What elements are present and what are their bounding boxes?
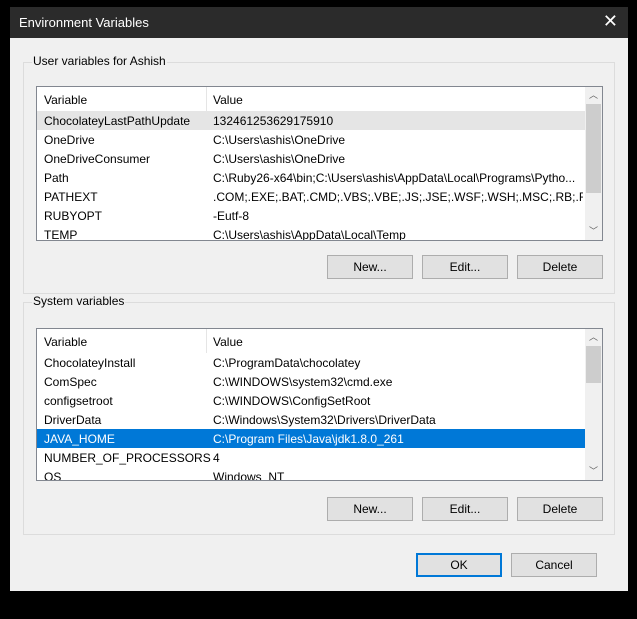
variable-name: Path: [44, 171, 69, 185]
table-row[interactable]: Path C:\Ruby26-x64\bin;C:\Users\ashis\App…: [37, 168, 602, 187]
variable-value: C:\Users\ashis\AppData\Local\Temp: [213, 228, 406, 241]
column-value[interactable]: Value: [213, 335, 583, 349]
table-row[interactable]: OneDriveConsumer C:\Users\ashis\OneDrive: [37, 149, 602, 168]
variable-value: Windows_NT: [213, 470, 285, 481]
variable-value: .COM;.EXE;.BAT;.CMD;.VBS;.VBE;.JS;.JSE;.…: [213, 190, 583, 204]
system-new-button[interactable]: New...: [327, 497, 413, 521]
system-edit-button[interactable]: Edit...: [422, 497, 508, 521]
environment-variables-dialog: Environment Variables ✕ User variables f…: [10, 7, 628, 591]
variable-value: C:\Ruby26-x64\bin;C:\Users\ashis\AppData…: [213, 171, 576, 185]
system-variables-list[interactable]: Variable Value ChocolateyInstall C:\Progr…: [36, 328, 603, 481]
table-row[interactable]: OneDrive C:\Users\ashis\OneDrive: [37, 130, 602, 149]
variable-name: RUBYOPT: [44, 209, 103, 223]
table-row[interactable]: ChocolateyLastPathUpdate 1324612536291759…: [37, 111, 602, 130]
user-variables-group: User variables for Ashish Variable Value…: [23, 54, 615, 294]
scrollbar[interactable]: ︿ ﹀: [585, 329, 602, 480]
table-row[interactable]: PATHEXT .COM;.EXE;.BAT;.CMD;.VBS;.VBE;.JS…: [37, 187, 602, 206]
table-row[interactable]: OS Windows_NT: [37, 467, 602, 481]
scroll-thumb[interactable]: [586, 104, 601, 193]
variable-name: ChocolateyInstall: [44, 356, 136, 370]
variable-name: DriverData: [44, 413, 102, 427]
variable-name: TEMP: [44, 228, 78, 241]
system-variables-label: System variables: [32, 294, 126, 308]
table-row[interactable]: TEMP C:\Users\ashis\AppData\Local\Temp: [37, 225, 602, 241]
variable-value: C:\Users\ashis\OneDrive: [213, 152, 346, 166]
window-title: Environment Variables: [19, 15, 149, 30]
scrollbar[interactable]: ︿ ﹀: [585, 87, 602, 240]
user-variables-list[interactable]: Variable Value ChocolateyLastPathUpdate 1…: [36, 86, 603, 241]
table-row[interactable]: ComSpec C:\WINDOWS\system32\cmd.exe: [37, 372, 602, 391]
close-icon[interactable]: ✕: [603, 11, 618, 32]
variable-value: C:\Windows\System32\Drivers\DriverData: [213, 413, 436, 427]
cancel-button[interactable]: Cancel: [511, 553, 597, 577]
column-variable[interactable]: Variable: [44, 335, 87, 349]
system-delete-button[interactable]: Delete: [517, 497, 603, 521]
variable-value: C:\ProgramData\chocolatey: [213, 356, 361, 370]
variable-value: 4: [213, 451, 220, 465]
list-header: Variable Value: [37, 329, 602, 353]
list-header: Variable Value: [37, 87, 602, 111]
table-row[interactable]: DriverData C:\Windows\System32\Drivers\Dr…: [37, 410, 602, 429]
variable-value: 132461253629175910: [213, 114, 334, 128]
column-value[interactable]: Value: [213, 93, 583, 107]
variable-name: ChocolateyLastPathUpdate: [44, 114, 191, 128]
variable-name: OneDrive: [44, 133, 95, 147]
variable-name: ComSpec: [44, 375, 97, 389]
variable-name: OS: [44, 470, 62, 481]
column-variable[interactable]: Variable: [44, 93, 87, 107]
variable-name: NUMBER_OF_PROCESSORS: [44, 451, 211, 465]
table-row[interactable]: RUBYOPT -Eutf-8: [37, 206, 602, 225]
variable-value: C:\WINDOWS\system32\cmd.exe: [213, 375, 393, 389]
variable-name: configsetroot: [44, 394, 113, 408]
system-variables-group: System variables Variable Value Chocolat…: [23, 294, 615, 535]
user-delete-button[interactable]: Delete: [517, 255, 603, 279]
variable-value: C:\WINDOWS\ConfigSetRoot: [213, 394, 371, 408]
scroll-up-icon[interactable]: ︿: [585, 87, 602, 104]
table-row[interactable]: configsetroot C:\WINDOWS\ConfigSetRoot: [37, 391, 602, 410]
user-edit-button[interactable]: Edit...: [422, 255, 508, 279]
scroll-down-icon[interactable]: ﹀: [585, 463, 602, 480]
table-row[interactable]: ChocolateyInstall C:\ProgramData\chocolat…: [37, 353, 602, 372]
variable-value: C:\Program Files\Java\jdk1.8.0_261: [213, 432, 404, 446]
scroll-up-icon[interactable]: ︿: [585, 329, 602, 346]
scroll-down-icon[interactable]: ﹀: [585, 223, 602, 240]
ok-button[interactable]: OK: [416, 553, 502, 577]
user-variables-label: User variables for Ashish: [32, 54, 167, 68]
variable-name: PATHEXT: [44, 190, 98, 204]
user-new-button[interactable]: New...: [327, 255, 413, 279]
table-row[interactable]: JAVA_HOME C:\Program Files\Java\jdk1.8.0_…: [37, 429, 602, 448]
title-bar: Environment Variables ✕: [10, 7, 628, 38]
variable-value: -Eutf-8: [213, 209, 250, 223]
scroll-thumb[interactable]: [586, 346, 601, 383]
table-row[interactable]: NUMBER_OF_PROCESSORS 4: [37, 448, 602, 467]
variable-value: C:\Users\ashis\OneDrive: [213, 133, 346, 147]
variable-name: OneDriveConsumer: [44, 152, 151, 166]
variable-name: JAVA_HOME: [44, 432, 115, 446]
